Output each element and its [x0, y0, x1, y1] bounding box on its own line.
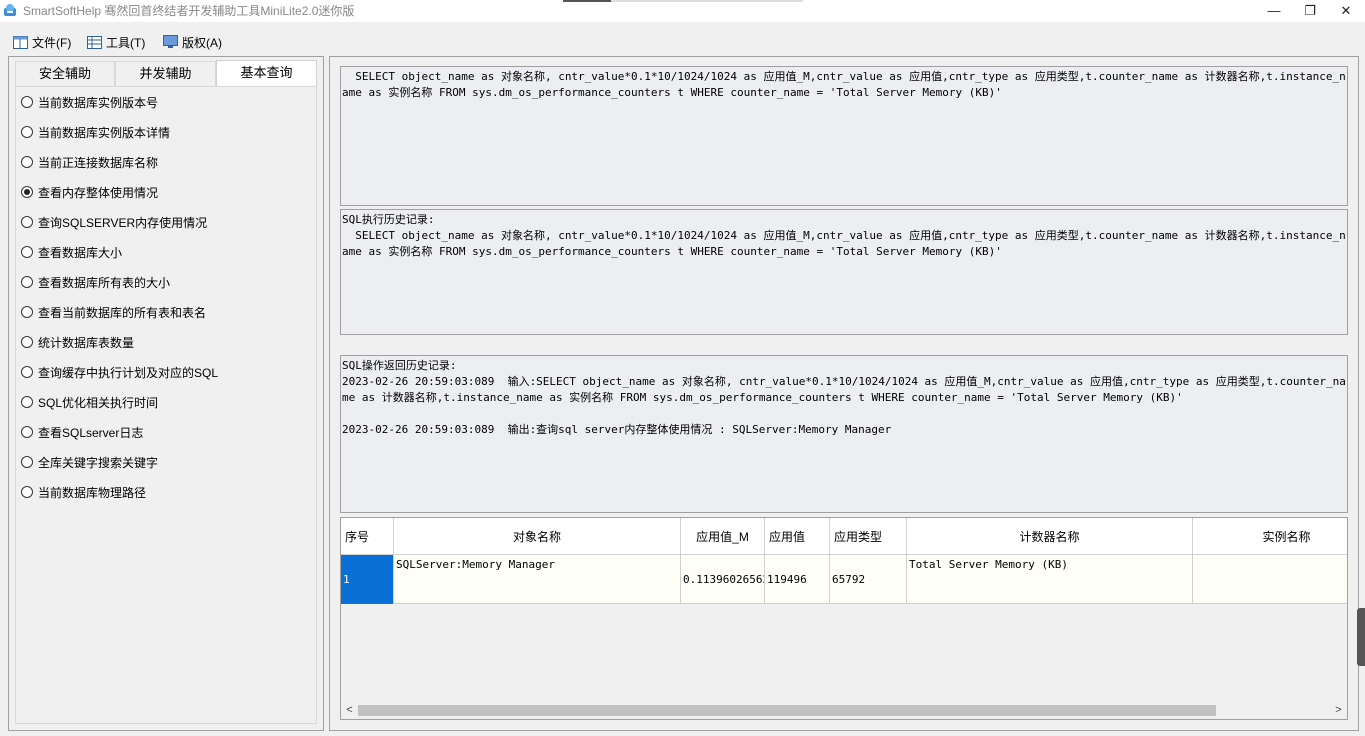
minimize-button[interactable]: —	[1256, 0, 1292, 22]
radio-button[interactable]	[21, 396, 33, 408]
scroll-left-arrow-icon[interactable]: <	[341, 702, 358, 719]
radio-button[interactable]	[21, 306, 33, 318]
radio-button[interactable]	[21, 96, 33, 108]
result-log-heading: SQL操作返回历史记录:	[342, 359, 457, 372]
result-log-input: 2023-02-26 20:59:03:089 输入:SELECT object…	[342, 375, 1346, 404]
restore-button[interactable]: ❐	[1292, 0, 1328, 22]
cell-object-name[interactable]: SQLServer:Memory Manager	[394, 555, 681, 604]
column-header[interactable]: 应用值	[765, 518, 830, 554]
tab-basic-query[interactable]: 基本查询	[216, 60, 317, 87]
query-option[interactable]: 查看内存整体使用情况	[21, 183, 158, 201]
side-handle[interactable]	[1357, 608, 1365, 666]
title-indicator	[563, 0, 803, 2]
query-option-label: 查看数据库所有表的大小	[38, 275, 171, 290]
sql-editor-text: SELECT object_name as 对象名称, cntr_value*0…	[342, 70, 1346, 99]
radio-button[interactable]	[21, 456, 33, 468]
tools-icon	[87, 35, 102, 49]
result-log[interactable]: SQL操作返回历史记录: 2023-02-26 20:59:03:089 输入:…	[340, 355, 1348, 513]
query-option[interactable]: 当前数据库实例版本详情	[21, 123, 170, 141]
query-option-label: 查看当前数据库的所有表和表名	[38, 305, 207, 320]
radio-button[interactable]	[21, 276, 33, 288]
query-option[interactable]: 查看当前数据库的所有表和表名	[21, 303, 206, 321]
column-header[interactable]: 应用值_M	[681, 518, 765, 554]
query-option-label: 查询SQLSERVER内存使用情况	[38, 215, 208, 230]
tab-security[interactable]: 安全辅助	[15, 61, 115, 86]
cell-value[interactable]: 119496	[765, 555, 830, 604]
query-option-label: 当前数据库实例版本号	[38, 95, 159, 110]
cell-index[interactable]: 1	[341, 555, 394, 604]
radio-button[interactable]	[21, 366, 33, 378]
column-header[interactable]: 对象名称	[394, 518, 681, 554]
grid-header: 序号 对象名称 应用值_M 应用值 应用类型 计数器名称 实例名称	[341, 518, 1347, 554]
sql-history-text: SELECT object_name as 对象名称, cntr_value*0…	[342, 229, 1346, 258]
query-option[interactable]: 当前正连接数据库名称	[21, 153, 158, 171]
query-option[interactable]: 统计数据库表数量	[21, 333, 134, 351]
query-option[interactable]: 查看数据库大小	[21, 243, 122, 261]
radio-button[interactable]	[21, 186, 33, 198]
query-option[interactable]: 全库关键字搜索关键字	[21, 453, 158, 471]
result-grid[interactable]: 序号 对象名称 应用值_M 应用值 应用类型 计数器名称 实例名称 1 SQLS…	[340, 517, 1348, 720]
radio-button[interactable]	[21, 246, 33, 258]
query-option[interactable]: 查看SQLserver日志	[21, 423, 143, 441]
menu-bar: 文件(F) 工具(T) 版权(A)	[0, 30, 1365, 54]
cell-instance-name[interactable]	[1193, 555, 1347, 604]
horizontal-scrollbar[interactable]: < >	[341, 702, 1347, 719]
query-option-label: 查看SQLserver日志	[38, 425, 144, 440]
query-option-label: 当前正连接数据库名称	[38, 155, 159, 170]
scroll-right-arrow-icon[interactable]: >	[1330, 702, 1347, 719]
radio-button[interactable]	[21, 336, 33, 348]
left-panel: 安全辅助 并发辅助 基本查询 当前数据库实例版本号 当前数据库实例版本详情 当前正连…	[8, 56, 324, 731]
file-icon	[13, 35, 28, 49]
tab-concurrency[interactable]: 并发辅助	[115, 61, 216, 86]
query-options: 当前数据库实例版本号 当前数据库实例版本详情 当前正连接数据库名称 查看内存整体使用情…	[15, 86, 317, 724]
cell-type[interactable]: 65792	[830, 555, 907, 604]
column-header[interactable]: 计数器名称	[907, 518, 1193, 554]
menu-file[interactable]: 文件(F)	[13, 33, 71, 51]
query-option-label: 统计数据库表数量	[38, 335, 135, 350]
menu-tools-label: 工具(T)	[106, 35, 146, 50]
radio-button[interactable]	[21, 426, 33, 438]
column-header[interactable]: 序号	[341, 518, 394, 554]
sql-history[interactable]: SQL执行历史记录: SELECT object_name as 对象名称, c…	[340, 209, 1348, 335]
query-option-label: 查看内存整体使用情况	[38, 185, 159, 200]
cell-counter-name[interactable]: Total Server Memory (KB)	[907, 555, 1193, 604]
cell-value-m[interactable]: 0.11396026562	[681, 555, 765, 604]
radio-button[interactable]	[21, 156, 33, 168]
right-panel: SELECT object_name as 对象名称, cntr_value*0…	[329, 56, 1359, 731]
table-row[interactable]: 1 SQLServer:Memory Manager 0.11396026562…	[341, 554, 1347, 604]
query-option[interactable]: 当前数据库物理路径	[21, 483, 146, 501]
sql-history-heading: SQL执行历史记录:	[342, 213, 435, 226]
query-option-label: 查询缓存中执行计划及对应的SQL	[38, 365, 219, 380]
menu-copyright-label: 版权(A)	[182, 35, 222, 50]
query-option[interactable]: 查询SQLSERVER内存使用情况	[21, 213, 207, 231]
query-option-label: 全库关键字搜索关键字	[38, 455, 159, 470]
title-bar: SmartSoftHelp 骞然回首终结者开发辅助工具MiniLite2.0迷你…	[0, 0, 1365, 22]
menu-copyright[interactable]: 版权(A)	[163, 33, 222, 51]
query-option[interactable]: 当前数据库实例版本号	[21, 93, 158, 111]
scroll-thumb[interactable]	[358, 705, 1216, 716]
menu-tools[interactable]: 工具(T)	[87, 33, 145, 51]
menu-file-label: 文件(F)	[32, 35, 72, 50]
query-option[interactable]: 查看数据库所有表的大小	[21, 273, 170, 291]
query-option[interactable]: SQL优化相关执行时间	[21, 393, 158, 411]
tab-strip: 安全辅助 并发辅助 基本查询	[15, 60, 317, 87]
column-header[interactable]: 实例名称	[1193, 518, 1347, 554]
window-title: SmartSoftHelp 骞然回首终结者开发辅助工具MiniLite2.0迷你…	[23, 4, 355, 18]
query-option-label: 查看数据库大小	[38, 245, 123, 260]
monitor-icon	[163, 35, 178, 48]
query-option-label: 当前数据库物理路径	[38, 485, 147, 500]
query-option[interactable]: 查询缓存中执行计划及对应的SQL	[21, 363, 218, 381]
close-button[interactable]: ✕	[1328, 0, 1364, 22]
radio-button[interactable]	[21, 486, 33, 498]
sql-editor[interactable]: SELECT object_name as 对象名称, cntr_value*0…	[340, 66, 1348, 206]
app-icon	[4, 4, 16, 16]
radio-button[interactable]	[21, 216, 33, 228]
column-header[interactable]: 应用类型	[830, 518, 907, 554]
result-log-output: 2023-02-26 20:59:03:089 输出:查询sql server内…	[342, 423, 892, 436]
query-option-label: 当前数据库实例版本详情	[38, 125, 171, 140]
query-option-label: SQL优化相关执行时间	[38, 395, 159, 410]
radio-button[interactable]	[21, 126, 33, 138]
